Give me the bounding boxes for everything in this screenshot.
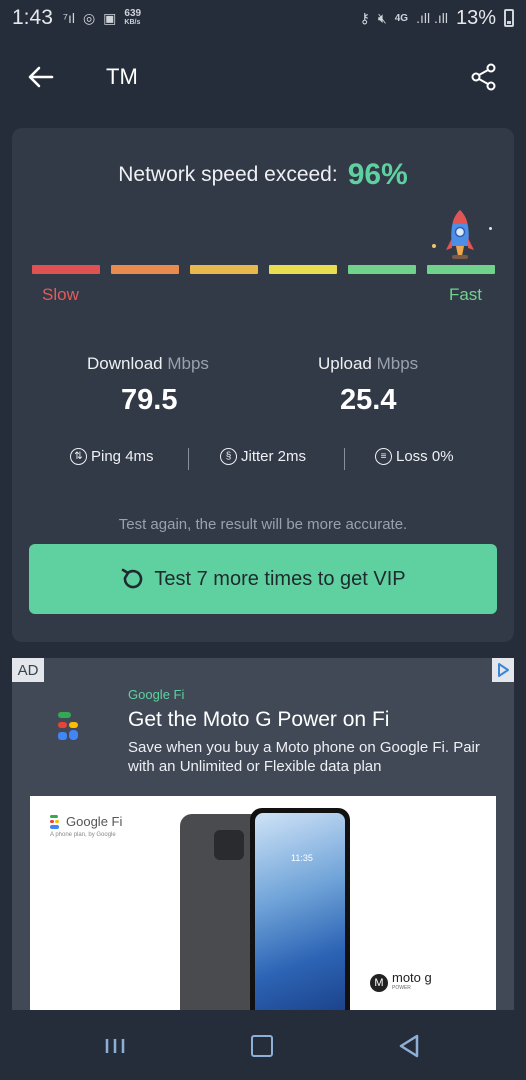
ad-headline[interactable]: Get the Moto G Power on Fi xyxy=(128,708,389,732)
mute-icon: 🔇︎ xyxy=(377,9,387,26)
loss-stat: ≡ Loss 0% xyxy=(375,448,454,465)
upload-label: Upload Mbps xyxy=(318,354,419,373)
recent-apps-icon[interactable] xyxy=(104,1038,126,1054)
stats-row: ⇅ Ping 4ms § Jitter 2ms ≡ Loss 0% xyxy=(12,446,514,474)
jitter-icon: § xyxy=(220,448,237,465)
status-icons-right: ⚷ 🔇︎ 4G .ıll .ıll 13% xyxy=(360,7,514,30)
upload-value: 25.4 xyxy=(340,384,397,416)
scale-slow-label: Slow xyxy=(42,285,79,304)
scale-bar xyxy=(427,265,495,274)
ad-image-brand: Google Fi xyxy=(50,814,122,829)
phone-front-image: 11:35 xyxy=(250,808,350,1010)
divider xyxy=(344,448,345,470)
net-speed: 639 KB/s xyxy=(124,8,142,27)
status-time: 1:43 xyxy=(12,6,53,29)
status-bar: 1:43 ⁷ıl ◎ ▣ 639 KB/s ⚷ 🔇︎ 4G .ıll .ıll … xyxy=(0,0,526,36)
home-icon[interactable] xyxy=(251,1035,273,1057)
download-value: 79.5 xyxy=(121,384,178,416)
scale-bar xyxy=(111,265,179,274)
exceed-percent: 96% xyxy=(347,158,408,191)
ad-image-tagline: A phone plan, by Google xyxy=(50,832,116,838)
page-title: TM xyxy=(106,64,138,89)
sync-icon: ◎ xyxy=(82,9,96,26)
jitter-stat: § Jitter 2ms xyxy=(220,448,306,465)
ad-image[interactable]: Google Fi A phone plan, by Google 11:35 … xyxy=(30,796,496,1010)
exceed-label: Network speed exceed: xyxy=(118,163,338,186)
speed-result-card: Network speed exceed: 96% Slow Fast Downl… xyxy=(12,128,514,642)
loss-icon: ≡ xyxy=(375,448,392,465)
status-icons-left: ⁷ıl ◎ ▣ 639 KB/s xyxy=(63,9,141,27)
test-vip-label: Test 7 more times to get VIP xyxy=(154,567,406,590)
retest-hint: Test again, the result will be more accu… xyxy=(118,516,408,533)
google-fi-small-logo xyxy=(50,814,59,829)
moto-g-logo: M moto g POWER xyxy=(370,971,432,994)
phone-screen: 11:35 xyxy=(255,813,345,1010)
system-nav-bar xyxy=(0,1010,526,1080)
phone-screen-time: 11:35 xyxy=(291,853,313,863)
signal-icon: ⁷ıl xyxy=(62,10,75,26)
battery-percent: 13% xyxy=(455,6,496,29)
speed-exceed-line: Network speed exceed: 96% xyxy=(12,158,514,192)
nav-back-icon[interactable] xyxy=(398,1034,420,1058)
back-arrow-icon[interactable] xyxy=(26,62,56,92)
sparkle xyxy=(489,227,492,230)
download-label: Download Mbps xyxy=(87,354,209,373)
scale-bar xyxy=(190,265,258,274)
network-type: 4G xyxy=(394,12,409,24)
divider xyxy=(188,448,189,470)
app-bar: TM xyxy=(0,50,526,104)
ping-stat: ⇅ Ping 4ms xyxy=(70,448,154,465)
ad-badge: AD xyxy=(12,658,44,682)
scale-bar xyxy=(348,265,416,274)
refresh-icon xyxy=(122,568,143,589)
ad-banner[interactable]: AD Google Fi Get the Moto G Power on Fi … xyxy=(12,658,514,1010)
ad-sponsor: Google Fi xyxy=(128,687,185,702)
ad-body: Save when you buy a Moto phone on Google… xyxy=(128,739,480,775)
camera-module xyxy=(214,830,244,860)
cell-signal-icon: .ıll .ıll xyxy=(416,10,448,26)
adchoices-icon[interactable] xyxy=(492,658,514,682)
scale-bar xyxy=(32,265,100,274)
share-icon[interactable] xyxy=(470,62,498,92)
gallery-icon: ▣ xyxy=(103,9,117,26)
ping-icon: ⇅ xyxy=(70,448,87,465)
rocket-icon xyxy=(446,210,474,259)
test-vip-button[interactable]: Test 7 more times to get VIP xyxy=(29,544,497,614)
battery-icon xyxy=(504,9,514,27)
key-icon: ⚷ xyxy=(359,9,370,26)
google-fi-logo xyxy=(58,712,78,740)
scale-fast-label: Fast xyxy=(448,285,482,304)
motorola-icon: M xyxy=(370,974,388,992)
scale-bar xyxy=(269,265,337,274)
sparkle xyxy=(432,244,436,248)
speed-scale xyxy=(32,265,495,275)
